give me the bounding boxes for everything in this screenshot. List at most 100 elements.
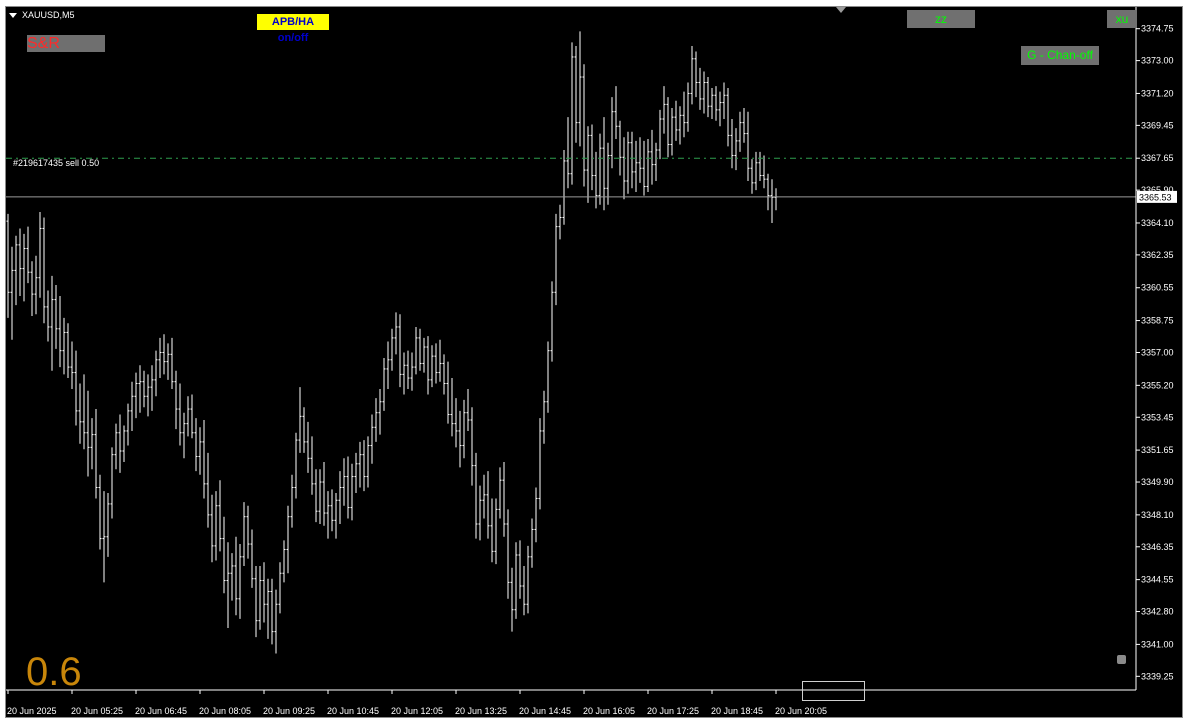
- ohlc-bar: [754, 151, 758, 191]
- ohlc-bar: [594, 151, 598, 209]
- ohlc-bar: [22, 233, 26, 302]
- channel-toggle-button[interactable]: G - Chan-off: [1021, 46, 1099, 65]
- ohlc-bar: [162, 334, 166, 375]
- ohlc-bar: [330, 489, 334, 532]
- ohlc-bar: [454, 398, 458, 448]
- ohlc-bar: [442, 354, 446, 395]
- ohlc-bar: [694, 51, 698, 98]
- xu-button[interactable]: xu: [1107, 10, 1137, 28]
- chart-shift-marker-icon[interactable]: [836, 7, 846, 13]
- ohlc-bar: [466, 388, 470, 431]
- y-tick-label: 3360.55: [1141, 283, 1174, 293]
- ohlc-bar: [194, 418, 198, 472]
- x-tick-label: 20 Jun 20:05: [775, 706, 827, 716]
- ohlc-bar: [270, 578, 274, 645]
- symbol-title: XAUUSD,M5: [22, 10, 75, 20]
- apb-ha-toggle-button[interactable]: APB/HA on/off: [257, 14, 329, 44]
- sr-button[interactable]: S&R: [27, 35, 105, 52]
- ohlc-bar: [78, 383, 82, 444]
- ohlc-bar: [550, 281, 554, 362]
- scroll-position-box[interactable]: [802, 681, 865, 701]
- ohlc-bar: [606, 142, 610, 205]
- x-tick-label: 20 Jun 2025: [7, 706, 57, 716]
- ohlc-bar: [266, 578, 270, 639]
- y-tick-label: 3364.10: [1141, 218, 1174, 228]
- ohlc-bar: [462, 399, 466, 459]
- ohlc-bar: [514, 542, 518, 619]
- ohlc-bar: [230, 553, 234, 601]
- ohlc-bar: [166, 343, 170, 380]
- chart-area[interactable]: 3374.75 3373.00 3371.20 3369.45 3367.65 3365.…: [5, 6, 1183, 718]
- ohlc-bar: [626, 131, 630, 194]
- ohlc-bar: [390, 328, 394, 371]
- ohlc-bar: [62, 317, 66, 375]
- ohlc-bar: [210, 494, 214, 563]
- ohlc-bar: [234, 536, 238, 616]
- ohlc-bar: [558, 204, 562, 240]
- ohlc-bar: [366, 436, 370, 488]
- ohlc-bar: [422, 337, 426, 373]
- overlay-value: 0.6: [26, 650, 82, 694]
- ohlc-bar: [222, 516, 226, 594]
- y-tick-label: 3348.10: [1141, 510, 1174, 520]
- ohlc-bar: [102, 491, 106, 583]
- ohlc-bar: [542, 390, 546, 444]
- x-tick-label: 20 Jun 12:05: [391, 706, 443, 716]
- ohlc-bar: [42, 217, 46, 324]
- ohlc-bar: [494, 498, 498, 565]
- ohlc-bar: [14, 235, 18, 306]
- price-chart: 3374.75 3373.00 3371.20 3369.45 3367.65 3365.…: [6, 7, 1177, 716]
- ohlc-bar: [646, 139, 650, 192]
- y-tick-label: 3371.20: [1141, 88, 1174, 98]
- ohlc-bar: [54, 285, 58, 349]
- ohlc-bar: [174, 370, 178, 430]
- ohlc-bar: [490, 498, 494, 563]
- ohlc-bar: [262, 562, 266, 623]
- y-tick-label: 3373.00: [1141, 56, 1174, 66]
- ohlc-bar: [346, 456, 350, 519]
- x-tick-label: 20 Jun 16:05: [583, 706, 635, 716]
- ohlc-bar: [334, 492, 338, 539]
- ohlc-bar: [658, 109, 662, 160]
- ohlc-bar: [718, 91, 722, 127]
- ohlc-bar: [554, 213, 558, 306]
- x-tick-label: 20 Jun 05:25: [71, 706, 123, 716]
- ohlc-bar: [38, 212, 42, 298]
- ohlc-bar: [402, 352, 406, 395]
- ohlc-bar: [698, 67, 702, 110]
- ohlc-bar: [82, 374, 86, 450]
- y-tick-label: 3374.75: [1141, 24, 1174, 34]
- symbol-menu-icon[interactable]: [9, 13, 17, 18]
- autoscroll-icon[interactable]: [1117, 655, 1126, 664]
- ohlc-bar: [458, 410, 462, 468]
- ohlc-bar: [218, 480, 222, 552]
- x-tick-label: 20 Jun 10:45: [327, 706, 379, 716]
- ohlc-bar: [74, 350, 78, 426]
- ohlc-bar: [278, 562, 282, 614]
- ohlc-bar: [246, 505, 250, 559]
- ohlc-bar: [526, 545, 530, 614]
- ohlc-bar: [302, 407, 306, 453]
- ohlc-bar: [714, 86, 718, 121]
- x-tick-label: 20 Jun 09:25: [263, 706, 315, 716]
- ohlc-bar: [310, 436, 314, 495]
- zigzag-button[interactable]: zz: [907, 10, 975, 28]
- ohlc-bar: [10, 246, 14, 340]
- ohlc-bar: [742, 108, 746, 143]
- ohlc-bar: [290, 474, 294, 528]
- ohlc-bar: [478, 485, 482, 541]
- ohlc-bar: [202, 420, 206, 499]
- ohlc-bar: [182, 412, 186, 459]
- y-tick-label: 3342.80: [1141, 607, 1174, 617]
- ohlc-bar: [242, 502, 246, 566]
- time-axis: 20 Jun 2025 20 Jun 05:25 20 Jun 06:45 20 Ju…: [7, 690, 827, 716]
- ohlc-bar: [562, 150, 566, 225]
- ohlc-bar: [158, 337, 162, 379]
- ohlc-bar: [286, 505, 290, 574]
- ohlc-bar: [146, 374, 150, 417]
- ohlc-bar: [758, 151, 762, 182]
- ohlc-bar: [674, 100, 678, 141]
- ohlc-bar: [662, 86, 666, 134]
- x-tick-label: 20 Jun 06:45: [135, 706, 187, 716]
- ohlc-bar: [634, 140, 638, 192]
